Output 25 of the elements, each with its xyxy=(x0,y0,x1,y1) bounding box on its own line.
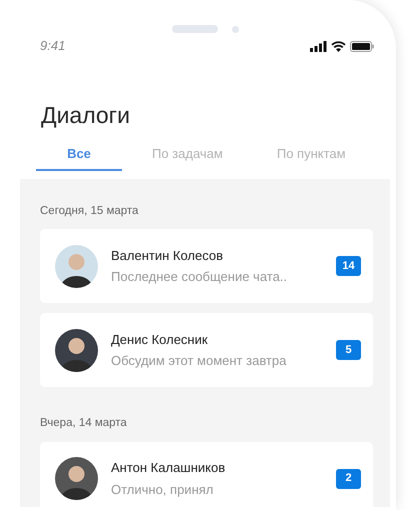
message-preview: Обсудим этот момент завтра xyxy=(111,352,288,370)
tab[interactable]: Все xyxy=(36,138,122,172)
camera-icon xyxy=(232,26,238,32)
message-preview: Отлично, принял xyxy=(111,480,214,499)
unread-count: 5 xyxy=(336,340,361,360)
page-title: Диалоги xyxy=(41,102,131,130)
contact-name: Валентин Колесов xyxy=(111,246,224,265)
signal-icon xyxy=(310,40,327,52)
dialog-card[interactable]: Денис Колесник Обсудим этот момент завтра 5 xyxy=(40,313,373,388)
date-label: Сегодня, 15 марта xyxy=(40,204,140,220)
unread-count: 2 xyxy=(336,468,361,489)
contact-name: Антон Калашников xyxy=(111,459,226,478)
dialog-card[interactable]: Антон Калашников Отлично, принял 2 xyxy=(40,442,373,508)
message-preview: Последнее сообщение чата.. xyxy=(111,268,288,286)
unread-count: 14 xyxy=(336,256,361,276)
date-label: Вчера, 14 марта xyxy=(40,416,128,432)
avatar xyxy=(55,244,98,288)
avatar xyxy=(55,328,98,372)
contact-name: Денис Колесник xyxy=(111,330,209,349)
status-time: 9:41 xyxy=(40,37,66,56)
battery-icon xyxy=(350,40,374,52)
avatar xyxy=(55,457,98,500)
dialog-card[interactable]: Валентин Колесов Последнее сообщение чата.. 14 xyxy=(40,229,373,304)
speaker-icon xyxy=(172,25,218,33)
wifi-icon xyxy=(331,40,346,52)
